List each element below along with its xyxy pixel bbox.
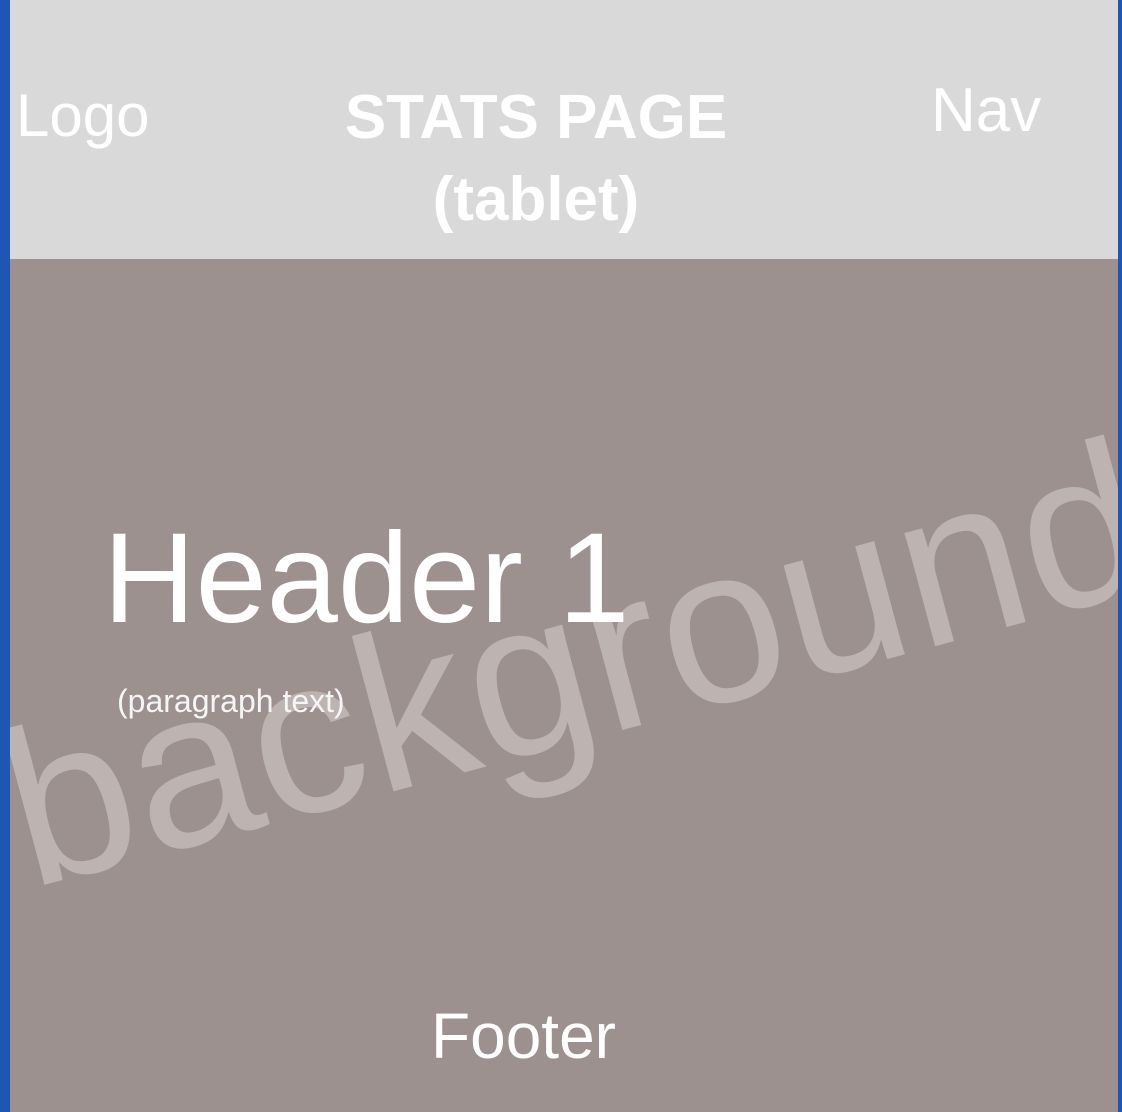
header-1: Header 1 (103, 506, 630, 650)
tablet-page: Logo STATS PAGE (tablet) Nav background … (10, 0, 1118, 1112)
frame-border: Logo STATS PAGE (tablet) Nav background … (0, 0, 1122, 1112)
top-header: Logo STATS PAGE (tablet) Nav (10, 0, 1118, 259)
logo-label[interactable]: Logo (16, 86, 149, 146)
nav-label[interactable]: Nav (931, 80, 1041, 142)
footer-label: Footer (431, 1000, 616, 1072)
paragraph-text: (paragraph text) (117, 683, 345, 719)
page-title: STATS PAGE (tablet) (344, 83, 728, 235)
